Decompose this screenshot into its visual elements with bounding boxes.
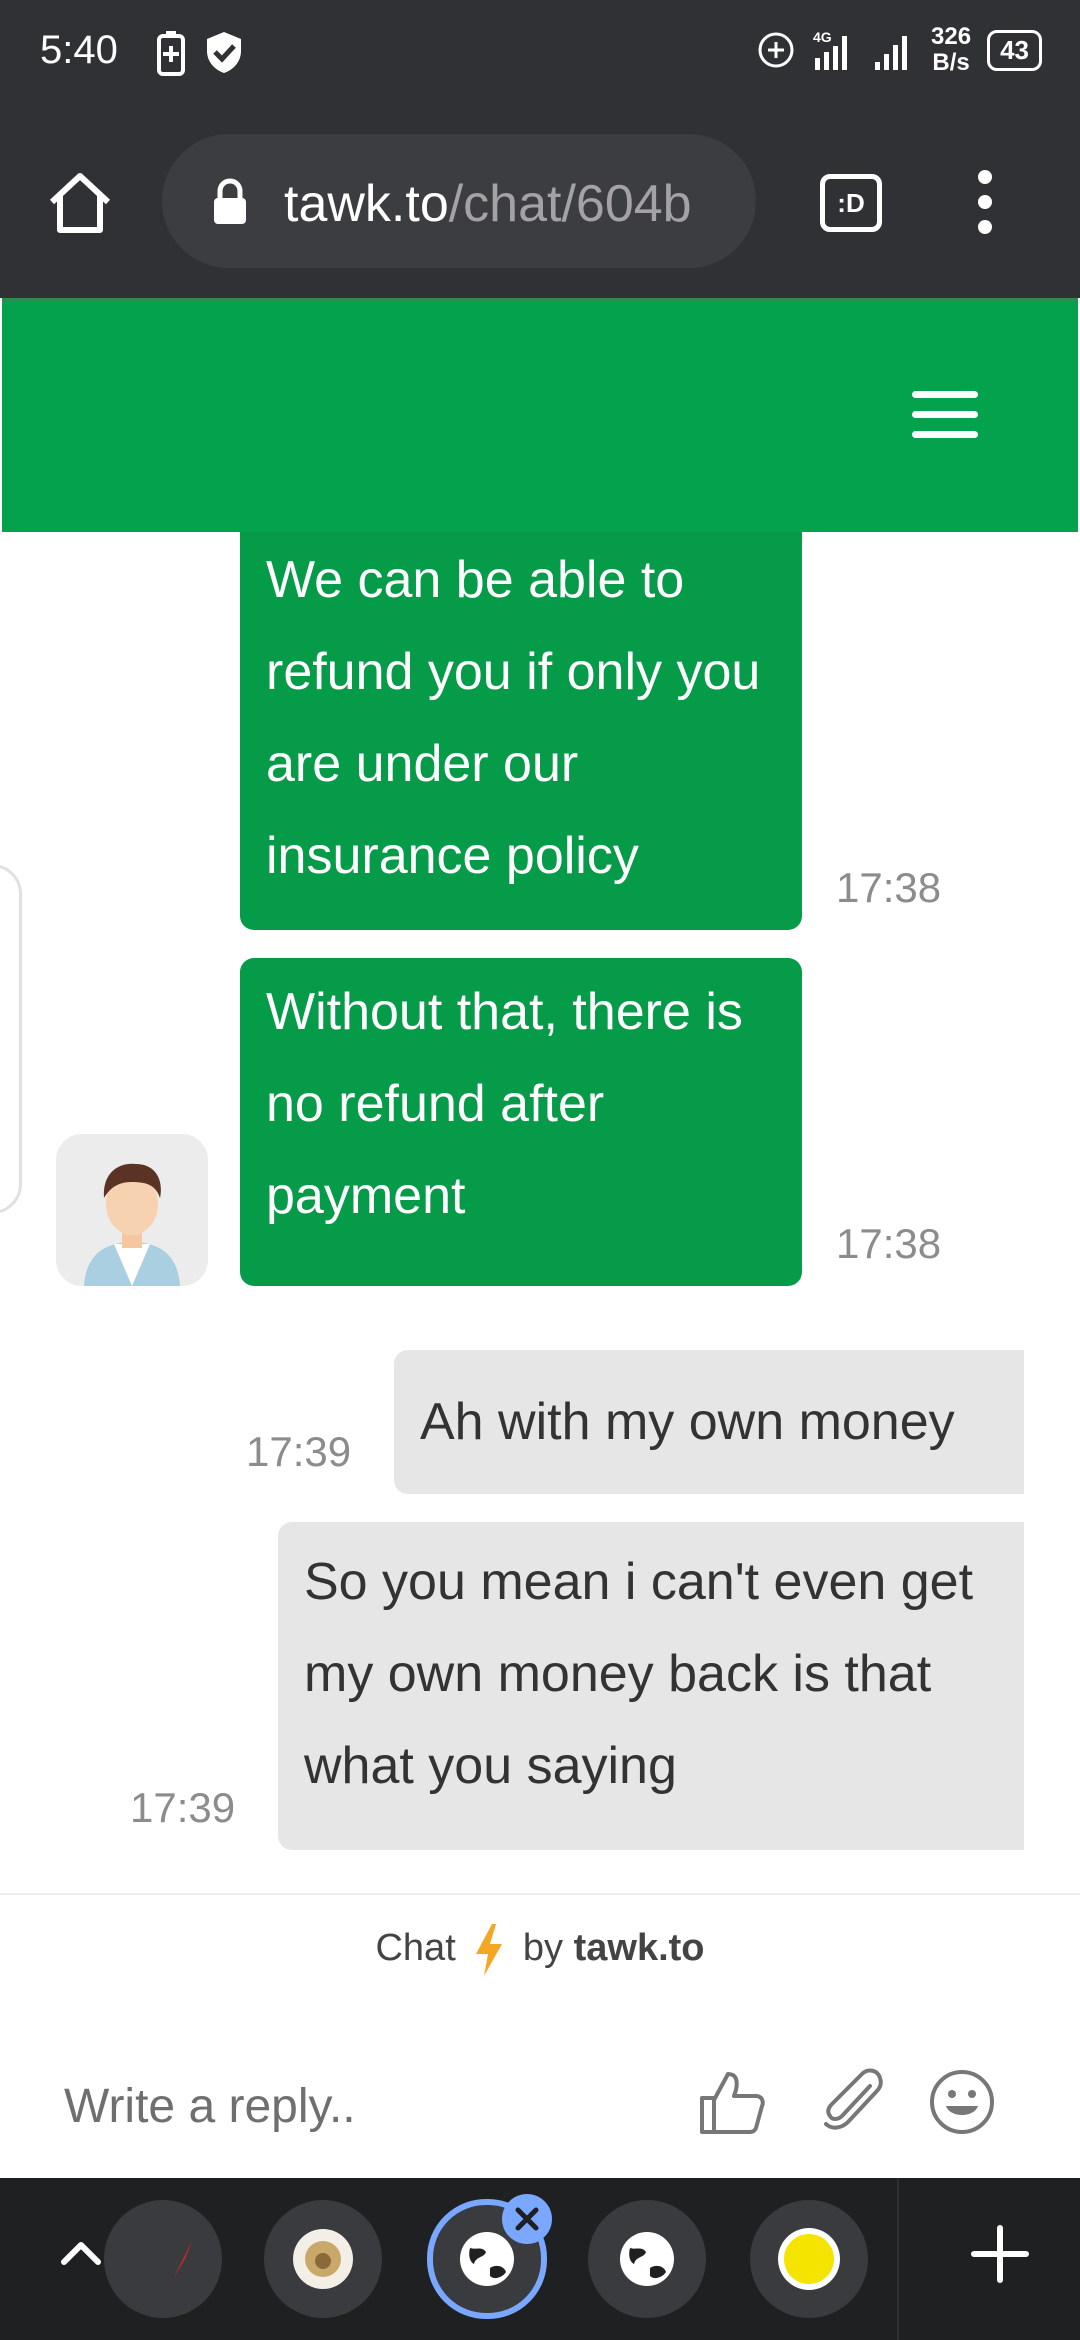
person-avatar-icon: [84, 1163, 180, 1286]
tab-thumbnail[interactable]: [750, 2200, 868, 2318]
thumbs-up-icon[interactable]: [696, 2066, 768, 2138]
tab-strip-separator: [897, 2178, 899, 2340]
agent-message: We can be able to refund you if only you…: [240, 532, 802, 930]
status-right-group: 4G 326 B/s 43: [757, 24, 1042, 76]
message-time: 17:38: [836, 1220, 942, 1267]
tab-thumbnail[interactable]: [588, 2200, 706, 2318]
message-list[interactable]: We can be able to refund you if only you…: [0, 532, 1080, 1892]
side-panel-handle[interactable]: [0, 864, 22, 1214]
agent-message: Without that, there is no refund after p…: [240, 958, 802, 1286]
plus-icon[interactable]: [968, 2222, 1032, 2286]
tab-thumbnail[interactable]: [264, 2200, 382, 2318]
network-type-label: 4G: [813, 29, 832, 45]
url-domain: tawk.to: [284, 175, 449, 233]
lock-icon: [214, 178, 246, 224]
yellow-circle-icon: [778, 2228, 840, 2290]
overflow-menu-icon[interactable]: [975, 170, 995, 240]
lion-logo-icon: [293, 2229, 353, 2289]
message-time: 17:39: [246, 1428, 352, 1475]
powered-by[interactable]: Chat by tawk.to: [0, 1922, 1080, 1978]
home-icon[interactable]: [44, 166, 116, 238]
tab-switcher-button[interactable]: :D: [820, 174, 882, 232]
battery-indicator: 43: [987, 29, 1042, 71]
message-time: 17:39: [130, 1784, 236, 1831]
status-bar: 5:40 4G 326 B/s 43: [0, 0, 1080, 110]
lightning-icon: [476, 1924, 503, 1976]
close-tab-icon[interactable]: [502, 2194, 552, 2244]
net-speed-unit: B/s: [932, 49, 970, 76]
net-speed: 326 B/s: [931, 24, 971, 76]
chevron-up-icon[interactable]: [56, 2230, 106, 2280]
url-path: /chat/604b: [448, 175, 692, 233]
hamburger-menu-icon[interactable]: [912, 391, 978, 441]
agent-avatar: [56, 1134, 208, 1286]
globe-icon: [620, 2232, 674, 2286]
shield-icon: [207, 32, 241, 73]
chat-header: [2, 298, 1078, 532]
footer-divider: [0, 1893, 1080, 1895]
signal-4g-icon: 4G: [813, 29, 848, 70]
url-text: tawk.to/chat/604b: [284, 174, 744, 234]
visitor-message: So you mean i can't even get my own mone…: [278, 1522, 1024, 1850]
battery-saver-icon: [157, 31, 185, 76]
paperclip-icon[interactable]: [818, 2066, 890, 2138]
emoji-icon[interactable]: [926, 2066, 998, 2138]
net-speed-value: 326: [931, 23, 972, 50]
signal-icon: [875, 36, 908, 70]
powered-by-text: by: [522, 1927, 564, 1970]
data-saver-icon: [758, 32, 794, 68]
reply-input[interactable]: [64, 2066, 664, 2146]
powered-brand: tawk.to: [573, 1927, 705, 1970]
tab-thumbnail[interactable]: [104, 2200, 222, 2318]
browser-toolbar: tawk.to/chat/604b :D: [0, 110, 1080, 298]
site-favicon-icon: [173, 2239, 193, 2279]
message-time: 17:38: [836, 864, 942, 911]
status-time: 5:40: [40, 28, 118, 72]
powered-prefix: Chat: [375, 1927, 456, 1970]
close-icon: [515, 2207, 539, 2231]
address-bar[interactable]: tawk.to/chat/604b: [162, 134, 756, 268]
globe-icon: [460, 2232, 514, 2286]
visitor-message: Ah with my own money: [394, 1350, 1024, 1494]
